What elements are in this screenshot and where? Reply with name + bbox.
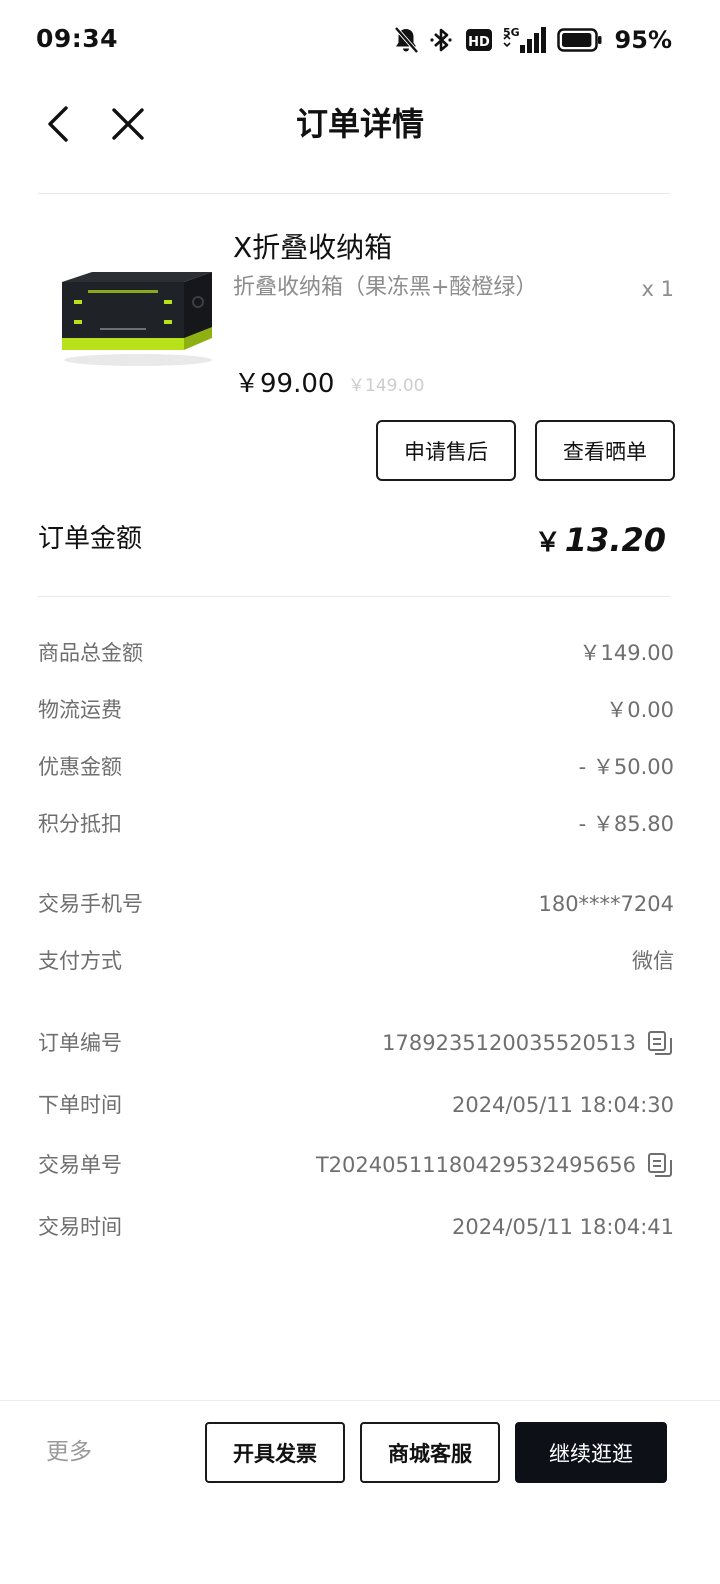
hd-icon: HD <box>465 29 492 51</box>
divider <box>38 193 670 194</box>
product-spec: 折叠收纳箱（果冻黑+酸橙绿） <box>233 275 538 300</box>
battery-icon <box>556 28 602 52</box>
row-value: T20240511180429532495656 <box>316 1148 674 1182</box>
order-row-time: 下单时间 2024/05/11 18:04:30 <box>38 1088 674 1122</box>
row-label: 支付方式 <box>38 949 122 973</box>
status-icons: HD 5G 95% <box>393 22 672 58</box>
divider <box>38 596 670 597</box>
more-link[interactable]: 更多 <box>46 1435 92 1469</box>
fee-row-total: 商品总金额 ￥149.00 <box>38 636 674 670</box>
copy-icon[interactable] <box>646 1151 674 1179</box>
fee-row-shipping: 物流运费 ￥0.00 <box>38 693 674 727</box>
bluetooth-icon <box>429 28 452 52</box>
close-icon <box>112 108 144 140</box>
fee-row-points: 积分抵扣 - ￥85.80 <box>38 807 674 841</box>
row-value: ￥149.00 <box>579 641 674 665</box>
bottom-bar: 更多 开具发票 商城客服 继续逛逛 <box>0 1400 720 1584</box>
signal-icon: 5G <box>503 26 546 53</box>
product-price: ￥99.00 <box>234 369 335 399</box>
row-label: 优惠金额 <box>38 755 122 779</box>
row-label: 下单时间 <box>38 1093 122 1117</box>
payment-row-phone: 交易手机号 180****7204 <box>38 887 674 921</box>
close-button[interactable] <box>106 102 150 146</box>
payment-row-method: 支付方式 微信 <box>38 944 674 978</box>
svg-text:HD: HD <box>468 35 490 50</box>
customer-service-button[interactable]: 商城客服 <box>360 1422 500 1483</box>
order-number: 1789235120035520513 <box>382 1031 636 1055</box>
row-value: ￥0.00 <box>606 698 674 722</box>
order-amount-label: 订单金额 <box>38 524 143 554</box>
bell-muted-icon <box>394 26 419 54</box>
row-label: 交易时间 <box>38 1215 122 1239</box>
back-button[interactable] <box>36 102 80 146</box>
row-label: 商品总金额 <box>38 641 143 665</box>
row-value: 2024/05/11 18:04:30 <box>451 1093 674 1117</box>
battery-percent: 95% <box>614 26 672 54</box>
order-row-transaction: 交易单号 T20240511180429532495656 <box>38 1148 674 1182</box>
view-review-button[interactable]: 查看晒单 <box>535 420 675 481</box>
order-amount-number: 13.20 <box>564 521 666 559</box>
row-label: 积分抵扣 <box>38 812 122 836</box>
product-name[interactable]: X折叠收纳箱 <box>233 228 392 268</box>
row-label: 交易手机号 <box>38 892 143 916</box>
row-value: 2024/05/11 18:04:41 <box>451 1215 674 1239</box>
row-label: 订单编号 <box>38 1031 122 1055</box>
product-image[interactable] <box>52 250 217 370</box>
row-label: 物流运费 <box>38 698 122 722</box>
product-quantity: x 1 <box>641 277 674 301</box>
order-amount-value: ￥ 13.20 <box>535 518 666 565</box>
nav-bar: 订单详情 <box>0 84 720 164</box>
order-row-transaction-time: 交易时间 2024/05/11 18:04:41 <box>38 1210 674 1244</box>
currency-symbol: ￥ <box>534 528 561 558</box>
row-label: 交易单号 <box>38 1153 122 1177</box>
row-value: 微信 <box>632 949 674 973</box>
copy-icon[interactable] <box>646 1029 674 1057</box>
invoice-button[interactable]: 开具发票 <box>205 1422 345 1483</box>
fee-row-discount: 优惠金额 - ￥50.00 <box>38 750 674 784</box>
status-bar: 09:34 HD 5G 95% <box>0 0 720 80</box>
status-time: 09:34 <box>36 24 119 53</box>
continue-shopping-button[interactable]: 继续逛逛 <box>515 1422 667 1483</box>
chevron-left-icon <box>48 106 68 142</box>
after-sale-button[interactable]: 申请售后 <box>376 420 516 481</box>
product-original-price: ￥149.00 <box>348 376 425 396</box>
row-value: 180****7204 <box>538 892 674 916</box>
row-value: - ￥50.00 <box>578 755 674 779</box>
order-row-number: 订单编号 1789235120035520513 <box>38 1026 674 1060</box>
row-value: - ￥85.80 <box>578 812 674 836</box>
row-value: 1789235120035520513 <box>382 1026 674 1060</box>
transaction-number: T20240511180429532495656 <box>315 1153 636 1177</box>
